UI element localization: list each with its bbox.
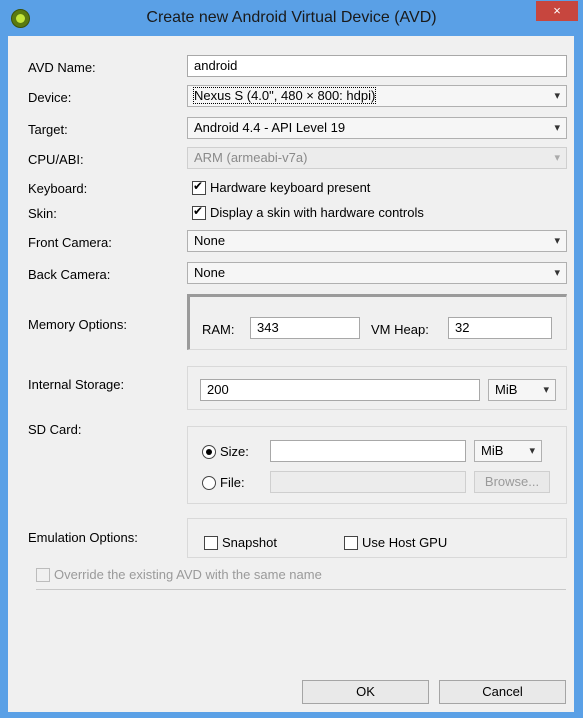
ok-button[interactable]: OK: [302, 680, 429, 704]
internal-storage-label: Internal Storage:: [28, 377, 125, 392]
window-title: Create new Android Virtual Device (AVD): [146, 9, 437, 26]
cancel-button[interactable]: Cancel: [439, 680, 566, 704]
internal-storage-unit-select[interactable]: MiB ▾: [488, 379, 556, 401]
close-button[interactable]: ×: [536, 1, 578, 21]
target-select[interactable]: Android 4.4 - API Level 19 ▾: [187, 117, 567, 139]
chevron-down-icon: ▾: [554, 235, 560, 247]
back-camera-selected-value: None: [194, 265, 226, 280]
front-camera-label: Front Camera:: [28, 235, 112, 250]
device-select[interactable]: Nexus S (4.0", 480 × 800: hdpi) ▾: [187, 85, 567, 107]
avd-name-label: AVD Name:: [28, 60, 96, 75]
internal-storage-input[interactable]: 200: [200, 379, 480, 401]
chevron-down-icon: ▾: [554, 152, 560, 164]
device-selected-value: Nexus S (4.0", 480 × 800: hdpi): [192, 87, 377, 104]
front-camera-select[interactable]: None ▾: [187, 230, 567, 252]
avd-dialog-window: Create new Android Virtual Device (AVD) …: [0, 0, 583, 718]
browse-button: Browse...: [474, 471, 550, 493]
sd-card-label: SD Card:: [28, 422, 82, 437]
keyboard-label: Keyboard:: [28, 181, 88, 196]
back-camera-select[interactable]: None ▾: [187, 262, 567, 284]
use-host-gpu-checkbox[interactable]: Use Host GPU: [344, 535, 447, 550]
cpu-abi-label: CPU/ABI:: [28, 152, 84, 167]
display-skin-label: Display a skin with hardware controls: [210, 205, 424, 220]
sd-size-unit-select[interactable]: MiB ▾: [474, 440, 542, 462]
hardware-keyboard-label: Hardware keyboard present: [210, 180, 371, 195]
chevron-down-icon: ▾: [554, 122, 560, 134]
snapshot-checkbox[interactable]: Snapshot: [204, 535, 277, 550]
cpu-abi-select: ARM (armeabi-v7a) ▾: [187, 147, 567, 169]
radio-selected-icon: [202, 444, 216, 459]
checkbox-disabled-icon: [36, 567, 50, 582]
checkbox-checked-icon: [192, 204, 206, 220]
radio-unselected-icon: [202, 475, 216, 490]
hardware-keyboard-checkbox[interactable]: Hardware keyboard present: [192, 179, 371, 195]
avd-name-input[interactable]: android: [187, 55, 567, 77]
vm-heap-input[interactable]: 32: [448, 317, 552, 339]
target-selected-value: Android 4.4 - API Level 19: [194, 120, 346, 135]
memory-options-group: RAM: 343 VM Heap: 32: [187, 294, 567, 350]
use-host-gpu-label: Use Host GPU: [362, 535, 448, 550]
ram-label: RAM:: [202, 322, 235, 337]
sd-card-group: Size: MiB ▾ File: Browse...: [187, 426, 567, 504]
emulation-options-group: Snapshot Use Host GPU: [187, 518, 567, 558]
chevron-down-icon: ▾: [554, 267, 560, 279]
display-skin-checkbox[interactable]: Display a skin with hardware controls: [192, 204, 424, 220]
internal-storage-unit-value: MiB: [495, 382, 518, 397]
cpu-abi-selected-value: ARM (armeabi-v7a): [194, 150, 308, 165]
title-bar[interactable]: Create new Android Virtual Device (AVD) …: [0, 0, 583, 36]
sd-size-radio[interactable]: Size:: [202, 444, 249, 459]
memory-options-label: Memory Options:: [28, 317, 127, 332]
back-camera-label: Back Camera:: [28, 267, 111, 282]
skin-label: Skin:: [28, 206, 57, 221]
device-label: Device:: [28, 90, 72, 105]
sd-size-input[interactable]: [270, 440, 466, 462]
chevron-down-icon: ▾: [543, 384, 549, 396]
override-avd-checkbox: Override the existing AVD with the same …: [36, 567, 322, 582]
sd-file-radio[interactable]: File:: [202, 475, 245, 490]
chevron-down-icon: ▾: [529, 445, 535, 457]
target-label: Target:: [28, 122, 68, 137]
android-app-icon: [11, 9, 30, 28]
separator: [36, 589, 566, 590]
sd-size-unit-value: MiB: [481, 443, 504, 458]
front-camera-selected-value: None: [194, 233, 226, 248]
chevron-down-icon: ▾: [554, 90, 560, 102]
vm-heap-label: VM Heap:: [371, 322, 429, 337]
sd-size-label: Size:: [220, 444, 249, 459]
sd-file-input: [270, 471, 466, 493]
checkbox-unchecked-icon: [204, 535, 218, 550]
internal-storage-group: 200 MiB ▾: [187, 366, 567, 410]
checkbox-checked-icon: [192, 179, 206, 195]
emulation-options-label: Emulation Options:: [28, 530, 138, 545]
snapshot-label: Snapshot: [222, 535, 277, 550]
checkbox-unchecked-icon: [344, 535, 358, 550]
override-avd-label: Override the existing AVD with the same …: [54, 567, 322, 582]
sd-file-label: File:: [220, 475, 245, 490]
ram-input[interactable]: 343: [250, 317, 360, 339]
